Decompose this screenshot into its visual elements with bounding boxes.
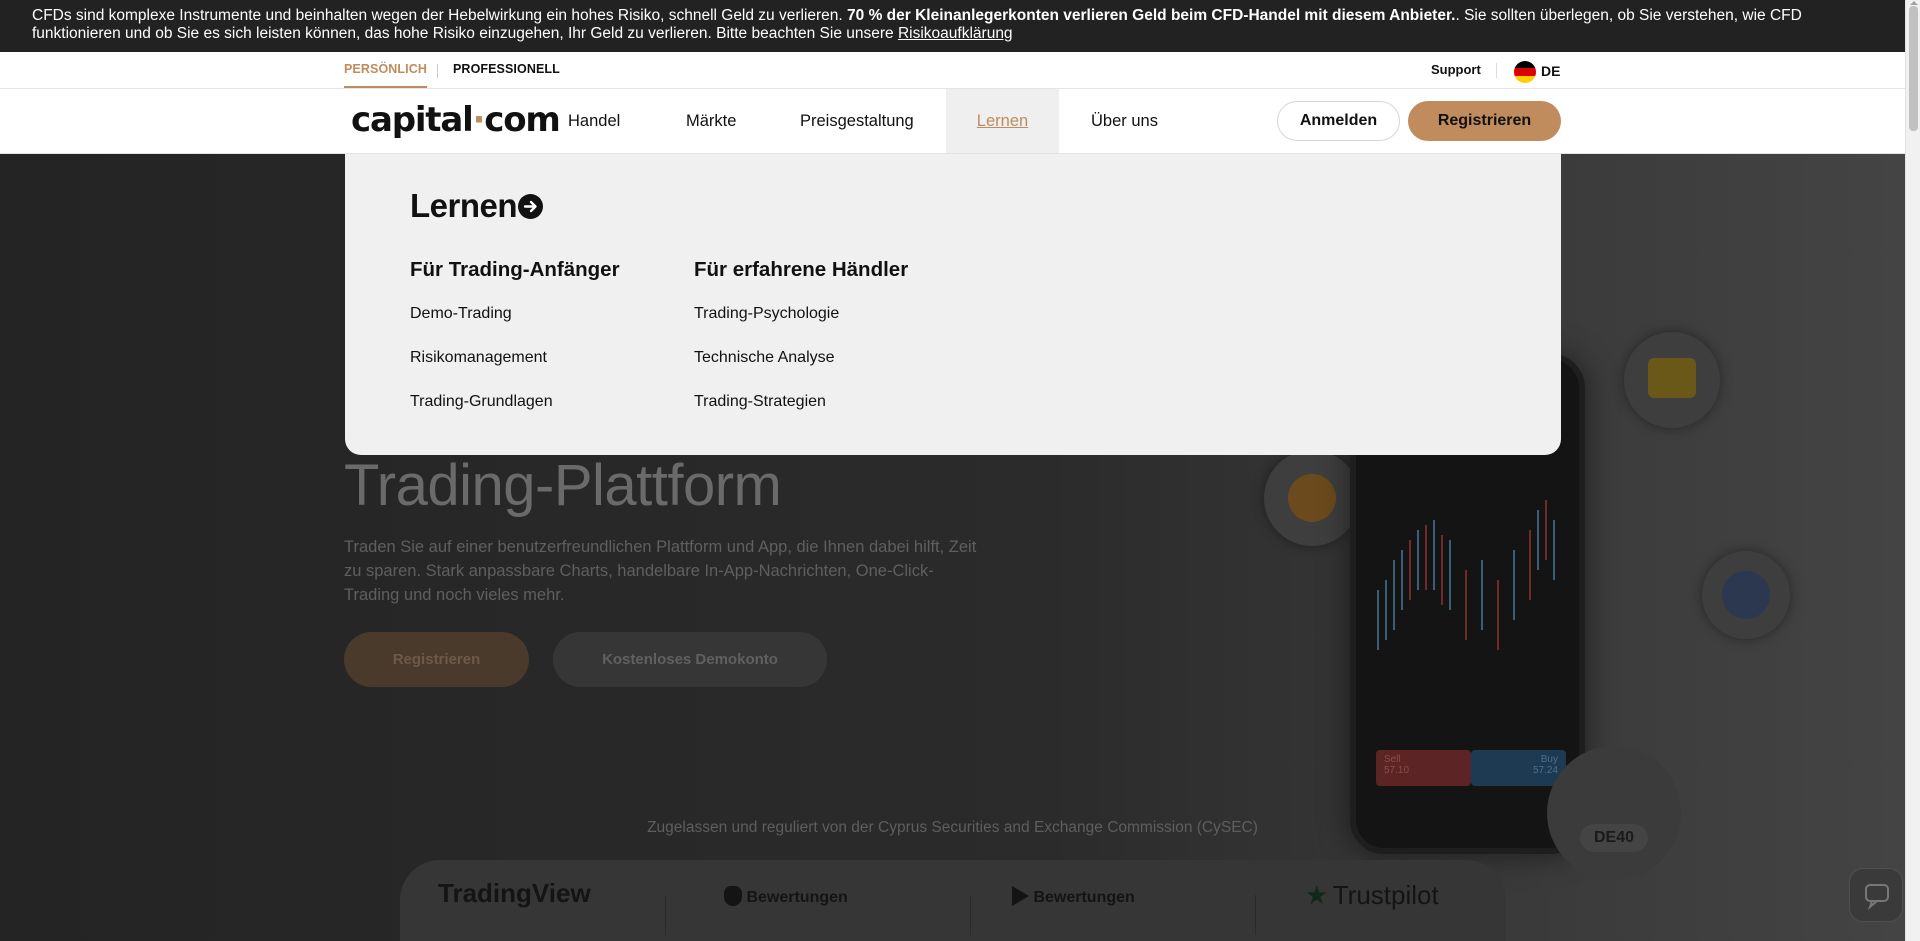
language-selector[interactable]: DE <box>1541 63 1560 79</box>
google-rating-label: Bewertungen <box>1033 889 1135 906</box>
capital-com-logo[interactable]: capital·com <box>351 100 561 140</box>
hero-register-button[interactable]: Registrieren <box>344 632 529 687</box>
bitcoin-coin-icon <box>1264 450 1360 546</box>
hero-demo-button[interactable]: Kostenloses Demokonto <box>553 632 827 687</box>
column-heading: Für Trading-Anfänger <box>410 258 620 281</box>
buy-price: 57.24 <box>1532 765 1558 776</box>
menu-column-beginners: Für Trading-Anfänger Demo-Trading Risiko… <box>410 258 620 437</box>
risk-bold-text: 70 % der Kleinanlegerkonten verlieren Ge… <box>847 7 1456 24</box>
risk-text: CFDs sind komplexe Instrumente und beinh… <box>32 7 848 24</box>
nav-item-preisgestaltung[interactable]: Preisgestaltung <box>800 89 914 153</box>
usd-globe-icon <box>1702 551 1790 639</box>
apple-rating-label: Bewertungen <box>746 889 848 906</box>
logo-dot: · <box>472 100 486 140</box>
divider <box>665 895 666 935</box>
top-bar: PERSÖNLICH PROFESSIONELL Support DE <box>0 52 1905 89</box>
page-scrollbar[interactable] <box>1905 0 1920 941</box>
google-play-icon <box>1012 886 1029 906</box>
trustpilot-logo: Trustpilot <box>1332 880 1439 910</box>
nav-item-ueber-uns[interactable]: Über uns <box>1091 89 1158 153</box>
gold-bars-icon <box>1624 332 1720 428</box>
scroll-up-arrow-icon[interactable] <box>1910 1 1918 5</box>
segment-divider <box>437 64 438 78</box>
main-navigation: capital·com Handel Märkte Preisgestaltun… <box>0 89 1905 154</box>
menu-link-trading-strategien[interactable]: Trading-Strategien <box>694 393 908 437</box>
tradingview-logo: TradingView <box>438 878 591 908</box>
google-play-rating: Bewertungen <box>1012 886 1135 907</box>
sell-label: Sell <box>1384 754 1401 765</box>
divider <box>1496 63 1497 78</box>
menu-link-trading-grundlagen[interactable]: Trading-Grundlagen <box>410 393 620 437</box>
ratings-strip: TradingView Bewertungen Bewertungen ★ Tr… <box>400 860 1506 941</box>
germany-flag-icon[interactable] <box>1514 61 1536 83</box>
divider <box>1255 895 1256 935</box>
hero-title: Trading-Plattform <box>344 453 782 518</box>
menu-link-trading-psychologie[interactable]: Trading-Psychologie <box>694 305 908 349</box>
lernen-dropdown-menu: Lernen Für Trading-Anfänger Demo-Trading… <box>345 154 1561 455</box>
segment-professional[interactable]: PROFESSIONELL <box>453 62 560 76</box>
risk-disclosure-link[interactable]: Risikoaufklärung <box>898 25 1013 42</box>
tradingview-rating: TradingView <box>438 878 591 909</box>
phone-buy-box: Buy 57.24 <box>1471 750 1566 786</box>
trustpilot-star-icon: ★ <box>1305 880 1329 910</box>
nav-item-lernen[interactable]: Lernen <box>946 89 1059 153</box>
register-button[interactable]: Registrieren <box>1408 101 1561 141</box>
logo-text-right: com <box>484 100 561 140</box>
risk-warning-banner: CFDs sind komplexe Instrumente und beinh… <box>0 0 1905 52</box>
nav-item-handel[interactable]: Handel <box>568 89 620 153</box>
menu-column-experienced: Für erfahrene Händler Trading-Psychologi… <box>694 258 908 437</box>
apple-rating: Bewertungen <box>724 886 848 907</box>
segment-personal[interactable]: PERSÖNLICH <box>344 62 427 88</box>
sell-price: 57.10 <box>1384 765 1410 776</box>
apple-icon <box>724 886 742 906</box>
login-button[interactable]: Anmelden <box>1277 101 1400 141</box>
trustpilot-rating: ★ Trustpilot <box>1305 880 1439 911</box>
chat-button[interactable] <box>1849 868 1903 922</box>
phone-sell-box: Sell 57.10 <box>1376 750 1471 786</box>
nav-item-maerkte[interactable]: Märkte <box>686 89 736 153</box>
menu-link-demo-trading[interactable]: Demo-Trading <box>410 305 620 349</box>
column-heading: Für erfahrene Händler <box>694 258 909 281</box>
divider <box>970 895 971 935</box>
candlestick-chart-icon <box>1377 500 1555 650</box>
menu-title[interactable]: Lernen <box>410 187 518 225</box>
support-link[interactable]: Support <box>1431 62 1481 77</box>
regulation-notice: Zugelassen und reguliert von der Cyprus … <box>647 819 1258 836</box>
logo-text-left: capital <box>351 100 474 140</box>
arrow-right-icon[interactable] <box>518 194 543 219</box>
buy-label: Buy <box>1540 754 1558 765</box>
hero-description: Traden Sie auf einer benutzerfreundliche… <box>344 538 977 604</box>
menu-link-technische-analyse[interactable]: Technische Analyse <box>694 349 908 393</box>
menu-link-risikomanagement[interactable]: Risikomanagement <box>410 349 620 393</box>
scrollbar-thumb[interactable] <box>1909 6 1918 131</box>
de40-badge: DE40 <box>1547 746 1681 880</box>
chat-bubble-icon <box>1865 884 1889 911</box>
